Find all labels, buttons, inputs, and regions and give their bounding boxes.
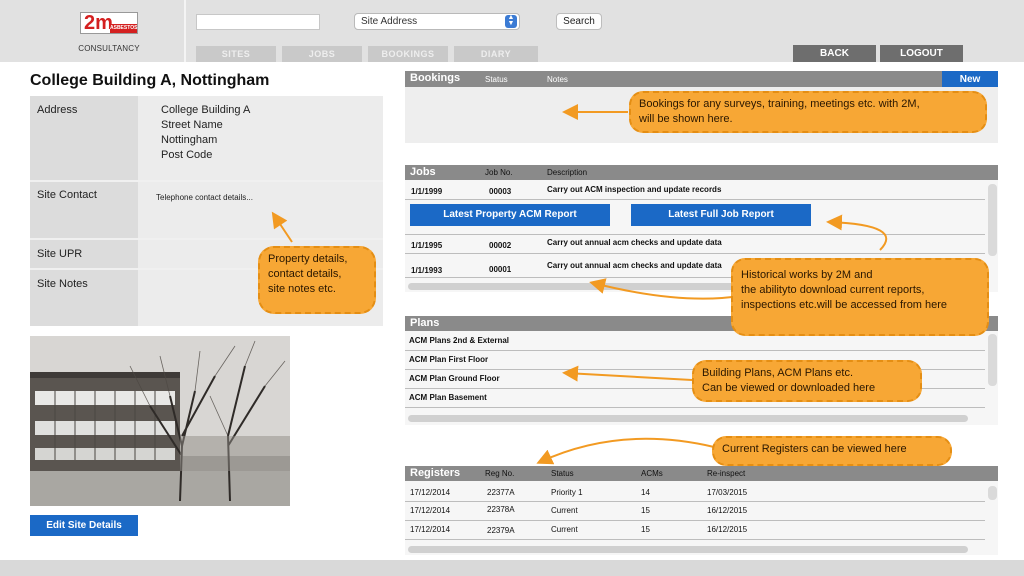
- plans-callout: Building Plans, ACM Plans etc. Can be vi…: [692, 360, 922, 402]
- reports-arrow: [826, 214, 888, 251]
- callout-line: contact details,: [268, 268, 342, 280]
- callout-line: Building Plans, ACM Plans etc.: [702, 367, 854, 379]
- jobs-arrow: [589, 278, 741, 300]
- callout-line: Current Registers can be viewed here: [722, 443, 907, 455]
- callout-line: Property details,: [268, 253, 348, 265]
- callout-line: Can be viewed or downloaded here: [702, 382, 876, 394]
- callout-line: will be shown here.: [639, 113, 733, 125]
- callout-line: the abilityto download current reports,: [741, 284, 925, 296]
- callout-line: inspections etc.will be accessed from he…: [741, 299, 948, 311]
- property-callout: Property details, contact details, site …: [258, 246, 376, 314]
- callout-line: Bookings for any surveys, training, meet…: [639, 98, 920, 110]
- bookings-callout: Bookings for any surveys, training, meet…: [629, 91, 987, 133]
- historical-callout: Historical works by 2M and the abilityto…: [731, 258, 989, 336]
- registers-callout: Current Registers can be viewed here: [712, 436, 952, 466]
- property-arrow: [271, 211, 293, 243]
- registers-arrow: [536, 437, 715, 465]
- callout-line: Historical works by 2M and: [741, 269, 873, 281]
- callout-line: site notes etc.: [268, 283, 336, 295]
- plans-arrow: [562, 365, 693, 382]
